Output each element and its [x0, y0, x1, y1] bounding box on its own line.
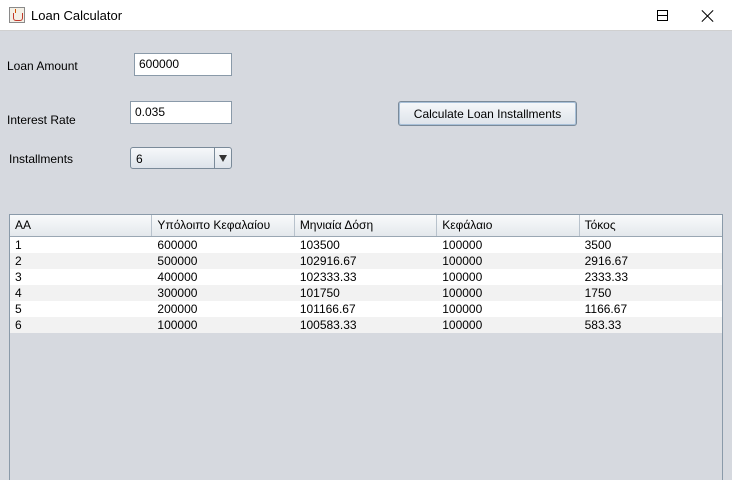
table-cell: 100000: [442, 318, 483, 332]
title-bar: Loan Calculator: [0, 0, 732, 31]
dropdown-arrow-icon[interactable]: [214, 148, 231, 168]
table-cell: 300000: [157, 286, 198, 300]
installments-select[interactable]: 6: [130, 147, 232, 169]
table-cell: 400000: [157, 270, 198, 284]
installments-label: Installments: [9, 152, 74, 166]
table-cell: 500000: [157, 254, 198, 268]
table-body: 1 600000 103500 100000 3500 2 500000 102…: [10, 237, 722, 333]
column-header-monthly-payment[interactable]: Μηνιαία Δόση: [295, 215, 438, 236]
java-cup-icon: [9, 7, 25, 23]
table-cell: 4: [15, 286, 22, 300]
table-row[interactable]: 6 100000 100583.33 100000 583.33: [10, 317, 722, 333]
maximize-button[interactable]: [639, 0, 685, 31]
table-cell: 100000: [157, 318, 198, 332]
table-cell: 5: [15, 302, 22, 316]
table-cell: 3500: [584, 238, 612, 252]
table-row[interactable]: 1 600000 103500 100000 3500: [10, 237, 722, 253]
installments-table[interactable]: AA Υπόλοιπο Κεφαλαίου Μηνιαία Δόση Κεφάλ…: [9, 214, 723, 480]
table-cell: 100000: [442, 238, 483, 252]
close-icon: [702, 10, 714, 22]
table-cell: 100583.33: [299, 318, 357, 332]
table-cell: 100000: [442, 286, 483, 300]
column-header-principal[interactable]: Κεφάλαιο: [437, 215, 580, 236]
interest-rate-input[interactable]: 0.035: [130, 101, 232, 124]
table-cell: 1: [15, 238, 22, 252]
table-cell: 2916.67: [584, 254, 629, 268]
table-cell: 2333.33: [584, 270, 629, 284]
table-header: AA Υπόλοιπο Κεφαλαίου Μηνιαία Δόση Κεφάλ…: [10, 215, 722, 237]
table-cell: 101750: [299, 286, 340, 300]
table-cell: 102333.33: [299, 270, 357, 284]
loan-amount-label: Loan Amount: [7, 59, 78, 73]
table-cell: 2: [15, 254, 22, 268]
column-header-interest[interactable]: Τόκος: [580, 215, 722, 236]
table-cell: 100000: [442, 302, 483, 316]
table-cell: 100000: [442, 270, 483, 284]
table-row[interactable]: 5 200000 101166.67 100000 1166.67: [10, 301, 722, 317]
column-header-remaining-principal[interactable]: Υπόλοιπο Κεφαλαίου: [152, 215, 295, 236]
table-cell: 101166.67: [299, 302, 356, 316]
maximize-icon: [656, 10, 668, 21]
table-cell: 3: [15, 270, 22, 284]
table-row[interactable]: 4 300000 101750 100000 1750: [10, 285, 722, 301]
window-title: Loan Calculator: [31, 8, 123, 23]
table-cell: 583.33: [584, 318, 622, 332]
installments-value: 6: [136, 152, 143, 166]
calculate-button[interactable]: Calculate Loan Installments: [398, 101, 577, 126]
loan-amount-input[interactable]: 600000: [134, 53, 232, 76]
table-cell: 1750: [584, 286, 612, 300]
interest-rate-label: Interest Rate: [7, 113, 76, 127]
table-cell: 600000: [157, 238, 198, 252]
table-cell: 102916.67: [299, 254, 357, 268]
table-cell: 100000: [442, 254, 483, 268]
table-row[interactable]: 2 500000 102916.67 100000 2916.67: [10, 253, 722, 269]
close-button[interactable]: [685, 0, 731, 31]
table-cell: 6: [15, 318, 22, 332]
table-cell: 1166.67: [584, 302, 628, 316]
table-row[interactable]: 3 400000 102333.33 100000 2333.33: [10, 269, 722, 285]
table-cell: 103500: [299, 238, 340, 252]
column-header-aa[interactable]: AA: [10, 215, 153, 236]
table-cell: 200000: [157, 302, 198, 316]
